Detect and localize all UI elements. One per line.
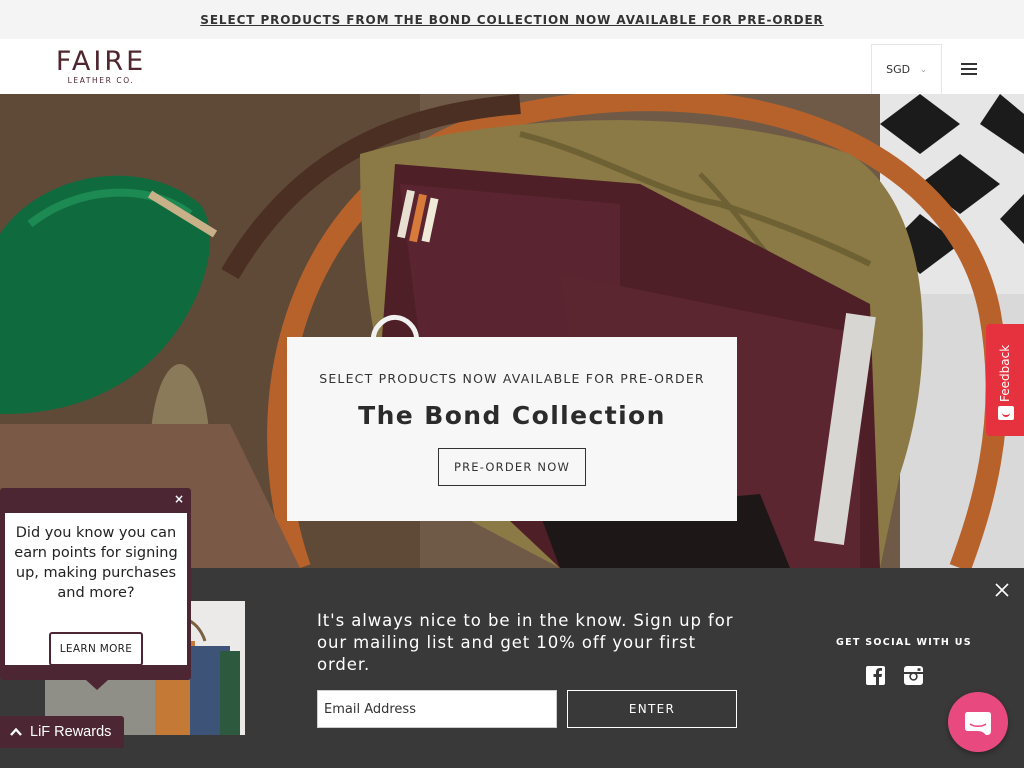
feedback-icon: [998, 406, 1014, 420]
instagram-icon[interactable]: [904, 666, 923, 685]
hero-eyebrow: SELECT PRODUCTS NOW AVAILABLE FOR PRE-OR…: [319, 371, 705, 386]
chevron-up-icon: [10, 727, 22, 736]
hero-card: SELECT PRODUCTS NOW AVAILABLE FOR PRE-OR…: [287, 337, 737, 521]
popup-close-button[interactable]: ×: [172, 492, 186, 506]
site-header: FAIRE LEATHER CO. SGD ⌄: [0, 39, 1024, 94]
rewards-label: LiF Rewards: [30, 724, 112, 740]
currency-value: SGD: [886, 63, 911, 76]
logo-main: FAIRE: [55, 46, 147, 77]
newsletter-message: It's always nice to be in the know. Sign…: [317, 611, 734, 674]
feedback-tab[interactable]: Feedback: [986, 324, 1024, 436]
popup-pointer: [86, 680, 108, 690]
popup-message: Did you know you can earn points for sig…: [14, 525, 178, 601]
currency-selector[interactable]: SGD ⌄: [871, 44, 942, 94]
chevron-down-icon: ⌄: [920, 65, 927, 74]
logo[interactable]: FAIRE LEATHER CO.: [50, 48, 152, 86]
learn-more-button[interactable]: LEARN MORE: [49, 632, 143, 666]
hero-title: The Bond Collection: [358, 401, 666, 430]
logo-sub: LEATHER CO.: [67, 76, 135, 85]
hamburger-icon[interactable]: [961, 63, 977, 75]
chat-icon: [965, 712, 991, 735]
pre-order-button[interactable]: PRE-ORDER NOW: [437, 448, 587, 486]
close-icon[interactable]: [994, 582, 1010, 598]
email-field[interactable]: [317, 690, 557, 728]
announcement-bar: SELECT PRODUCTS FROM THE BOND COLLECTION…: [0, 0, 1024, 39]
chat-button[interactable]: [948, 692, 1008, 752]
rewards-launcher[interactable]: LiF Rewards: [0, 716, 124, 748]
rewards-popup: × Did you know you can earn points for s…: [0, 488, 191, 680]
social-heading: GET SOCIAL WITH US: [836, 637, 972, 648]
enter-button[interactable]: ENTER: [567, 690, 737, 728]
popup-body: Did you know you can earn points for sig…: [5, 513, 187, 666]
facebook-icon[interactable]: [866, 666, 885, 685]
announcement-link[interactable]: SELECT PRODUCTS FROM THE BOND COLLECTION…: [200, 13, 823, 27]
feedback-label: Feedback: [998, 344, 1012, 402]
